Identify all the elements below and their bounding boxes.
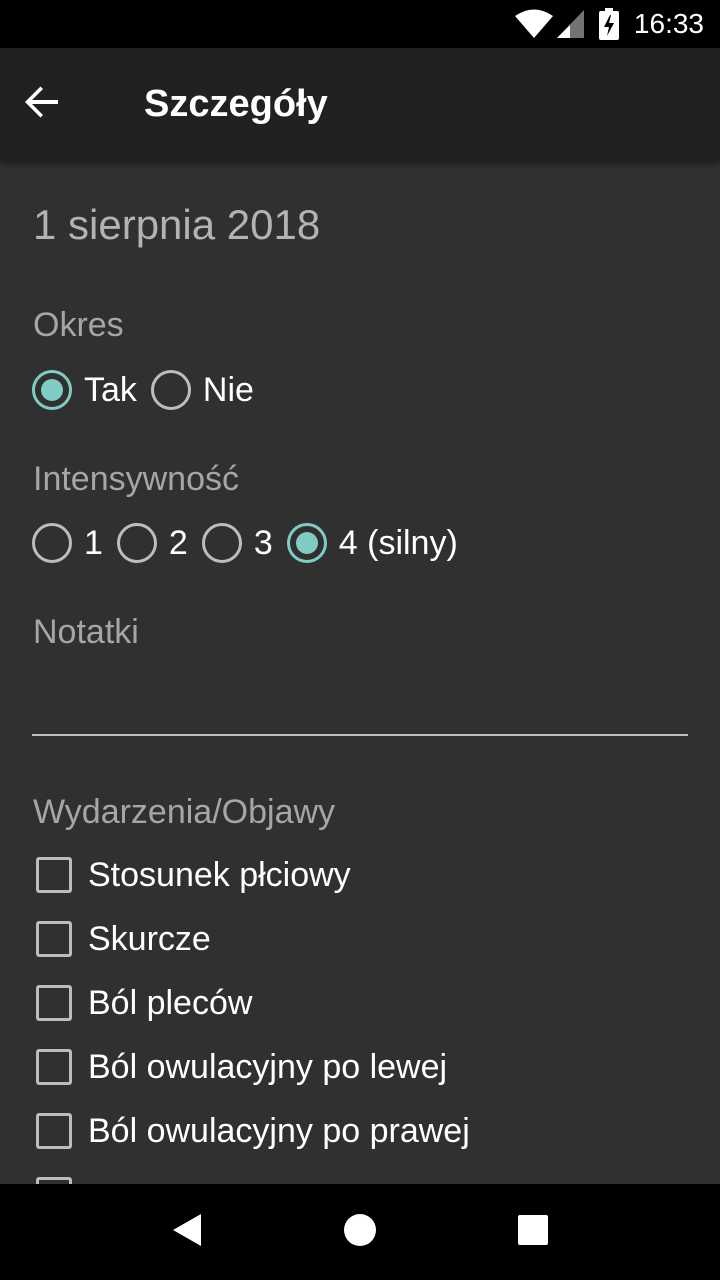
details-content[interactable]: 1 sierpnia 2018 Okres Tak Nie Intensywno… (0, 160, 720, 1184)
intensity-3-label: 3 (253, 524, 273, 562)
period-no-label: Nie (202, 371, 254, 409)
intensity-1-label: 1 (84, 524, 103, 562)
event-checkbox-ovulation-left[interactable]: Ból owulacyjny po lewej (36, 1043, 447, 1091)
arrow-back-icon (24, 84, 60, 125)
clock: 16:33 (633, 8, 704, 39)
period-label: Okres (33, 306, 124, 344)
checkbox-unchecked-icon (36, 1049, 72, 1085)
radio-checked-icon (286, 523, 327, 563)
period-yes-radio[interactable]: Tak (32, 370, 137, 410)
checkbox-unchecked-icon (36, 921, 72, 957)
intensity-radio-group: 1 2 3 4 (silny) (32, 519, 472, 567)
checkbox-unchecked-icon (36, 1177, 72, 1184)
event-label: Ból pleców (88, 984, 253, 1022)
signal-icon (556, 8, 586, 40)
status-bar: 16:33 (0, 0, 720, 48)
nav-back-button[interactable] (139, 1184, 235, 1280)
event-checkbox-partial[interactable] (36, 1171, 88, 1184)
wifi-icon (514, 8, 554, 40)
app-bar: Szczegóły (0, 48, 720, 160)
period-radio-group: Tak Nie (32, 366, 268, 414)
checkbox-unchecked-icon (36, 1113, 72, 1149)
home-circle-icon (343, 1213, 377, 1252)
radio-checked-icon (32, 370, 72, 410)
notes-field[interactable] (32, 680, 688, 732)
event-checkbox-ovulation-right[interactable]: Ból owulacyjny po prawej (36, 1107, 470, 1155)
events-label: Wydarzenia/Objawy (33, 793, 336, 831)
system-nav-bar (0, 1184, 720, 1280)
intensity-4-label: 4 (silny) (338, 524, 458, 562)
battery-charging-icon (598, 8, 620, 40)
event-checkbox-cramps[interactable]: Skurcze (36, 915, 211, 963)
period-no-radio[interactable]: Nie (150, 370, 254, 410)
checkbox-unchecked-icon (36, 985, 72, 1021)
nav-home-button[interactable] (312, 1184, 408, 1280)
nav-recents-button[interactable] (485, 1184, 581, 1280)
event-label: Stosunek płciowy (88, 856, 351, 894)
checkbox-unchecked-icon (36, 857, 72, 893)
radio-unchecked-icon (150, 370, 191, 410)
intensity-3-radio[interactable]: 3 (201, 523, 273, 563)
radio-unchecked-icon (116, 523, 157, 563)
date-heading: 1 sierpnia 2018 (33, 201, 321, 248)
event-label: Ból owulacyjny po prawej (88, 1112, 470, 1150)
notes-label: Notatki (33, 613, 139, 651)
intensity-2-radio[interactable]: 2 (116, 523, 188, 563)
intensity-label: Intensywność (33, 460, 239, 498)
radio-unchecked-icon (32, 523, 72, 563)
event-label: Ból owulacyjny po lewej (88, 1048, 448, 1086)
event-checkbox-back-pain[interactable]: Ból pleców (36, 979, 252, 1027)
page-title: Szczegóły (144, 83, 328, 125)
intensity-1-radio[interactable]: 1 (32, 523, 103, 563)
event-checkbox-intercourse[interactable]: Stosunek płciowy (36, 851, 351, 899)
event-label: Skurcze (88, 920, 211, 958)
period-yes-label: Tak (84, 371, 137, 409)
notes-underline (32, 734, 688, 736)
recents-square-icon (517, 1214, 549, 1251)
radio-unchecked-icon (201, 523, 242, 563)
intensity-4-radio[interactable]: 4 (silny) (286, 523, 458, 563)
back-button[interactable] (24, 80, 88, 128)
intensity-2-label: 2 (168, 524, 188, 562)
back-triangle-icon (171, 1212, 203, 1253)
